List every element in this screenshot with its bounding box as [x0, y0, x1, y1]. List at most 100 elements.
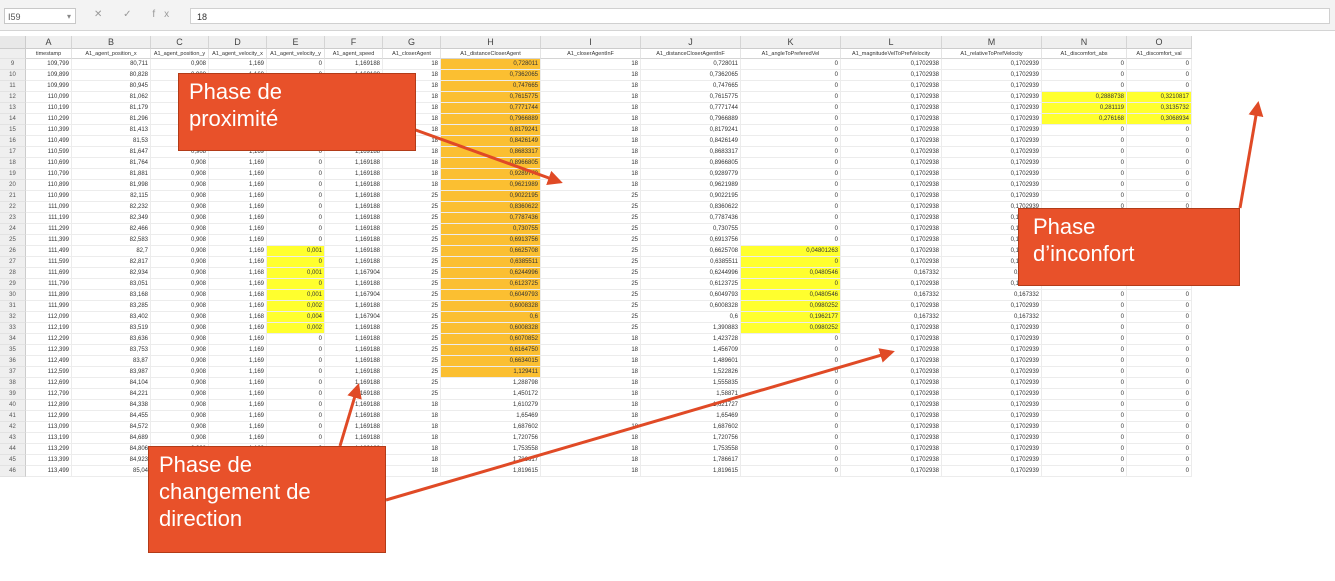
cell[interactable]: 1,168	[209, 268, 267, 279]
cell[interactable]: 0,8426149	[441, 136, 541, 147]
cell[interactable]: 1,456709	[641, 345, 741, 356]
cell[interactable]: 18	[541, 125, 641, 136]
cell[interactable]: 25	[541, 323, 641, 334]
cell[interactable]: 84,104	[72, 378, 151, 389]
cell[interactable]: 83,285	[72, 301, 151, 312]
cell[interactable]: 0,1702938	[841, 400, 942, 411]
cell[interactable]: 0,908	[151, 345, 209, 356]
formula-input[interactable]: 18	[190, 8, 1330, 24]
cell[interactable]: 0,908	[151, 411, 209, 422]
cell[interactable]: 0	[1042, 59, 1127, 70]
cell[interactable]: 0,730755	[641, 224, 741, 235]
cell[interactable]: 1,687602	[641, 422, 741, 433]
cell[interactable]: 81,179	[72, 103, 151, 114]
cell[interactable]: 0,7362065	[641, 70, 741, 81]
cell[interactable]: 1,168	[209, 312, 267, 323]
cell[interactable]: 0	[741, 345, 841, 356]
cell[interactable]: 0	[1127, 301, 1192, 312]
cell[interactable]: 1,169	[209, 356, 267, 367]
cell[interactable]: 0,1702939	[942, 59, 1042, 70]
row-header[interactable]	[0, 49, 26, 59]
cell[interactable]: 111,499	[26, 246, 72, 257]
column-header-i[interactable]: I	[541, 36, 641, 49]
cell[interactable]: 0,7771744	[641, 103, 741, 114]
cell[interactable]: 1,169	[209, 158, 267, 169]
cell[interactable]: 111,599	[26, 257, 72, 268]
cell[interactable]: 1,65469	[441, 411, 541, 422]
cell[interactable]: 83,519	[72, 323, 151, 334]
cell[interactable]: 18	[541, 114, 641, 125]
cell[interactable]: 0,1702938	[841, 191, 942, 202]
cell[interactable]: 0,1702939	[942, 114, 1042, 125]
cell[interactable]: 111,399	[26, 235, 72, 246]
cell[interactable]: 0	[1127, 136, 1192, 147]
cell[interactable]: 1,169188	[325, 279, 383, 290]
column-header-c[interactable]: C	[151, 36, 209, 49]
row-number[interactable]: 44	[0, 444, 26, 455]
cell[interactable]: 0	[741, 213, 841, 224]
field-header[interactable]: A1_closerAgent	[383, 49, 441, 59]
cell[interactable]: 0,8179241	[441, 125, 541, 136]
cell[interactable]: 0,0980252	[741, 301, 841, 312]
cell[interactable]: 0	[267, 356, 325, 367]
cell[interactable]: 0,3135732	[1127, 103, 1192, 114]
cell[interactable]: 0	[1127, 411, 1192, 422]
row-number[interactable]: 10	[0, 70, 26, 81]
cell[interactable]: 0	[741, 444, 841, 455]
cell[interactable]: 84,923	[72, 455, 151, 466]
cell[interactable]: 25	[383, 312, 441, 323]
cell[interactable]: 0	[1042, 191, 1127, 202]
cell[interactable]: 0,1702939	[942, 169, 1042, 180]
cell[interactable]: 0	[1127, 422, 1192, 433]
row-number[interactable]: 36	[0, 356, 26, 367]
cell[interactable]: 0,908	[151, 389, 209, 400]
cell[interactable]: 0,1702939	[942, 301, 1042, 312]
cell[interactable]: 0,908	[151, 323, 209, 334]
cell[interactable]: 0	[1042, 455, 1127, 466]
cell[interactable]: 0	[741, 279, 841, 290]
cell[interactable]: 0,6913756	[441, 235, 541, 246]
cell[interactable]: 0	[741, 158, 841, 169]
cell[interactable]: 0,1702938	[841, 279, 942, 290]
cell[interactable]: 0,1702939	[942, 81, 1042, 92]
cell[interactable]: 1,169188	[325, 356, 383, 367]
cell[interactable]: 82,817	[72, 257, 151, 268]
cell[interactable]: 0,1702938	[841, 235, 942, 246]
cell[interactable]: 1,167904	[325, 268, 383, 279]
cell[interactable]: 0,8683317	[641, 147, 741, 158]
cell[interactable]: 1,169	[209, 345, 267, 356]
cell[interactable]: 0	[1042, 125, 1127, 136]
cell[interactable]: 0,908	[151, 191, 209, 202]
cell[interactable]: 0	[1127, 323, 1192, 334]
cell[interactable]: 0,1702939	[942, 147, 1042, 158]
row-number[interactable]: 45	[0, 455, 26, 466]
cell[interactable]: 1,169188	[325, 323, 383, 334]
column-header-d[interactable]: D	[209, 36, 267, 49]
cell[interactable]: 1,169	[209, 334, 267, 345]
cell[interactable]: 0,908	[151, 312, 209, 323]
cell[interactable]: 0,908	[151, 59, 209, 70]
cell[interactable]: 25	[383, 191, 441, 202]
row-number[interactable]: 20	[0, 180, 26, 191]
cell[interactable]: 0,730755	[441, 224, 541, 235]
cell[interactable]: 0,7966889	[441, 114, 541, 125]
cell[interactable]: 0,6008328	[641, 301, 741, 312]
row-number[interactable]: 27	[0, 257, 26, 268]
select-all-corner[interactable]	[0, 36, 26, 49]
cell[interactable]: 0,1702939	[942, 367, 1042, 378]
cell[interactable]: 0	[267, 400, 325, 411]
cell[interactable]: 0	[1042, 411, 1127, 422]
cell[interactable]: 0,908	[151, 246, 209, 257]
cell[interactable]: 0,3210817	[1127, 92, 1192, 103]
cell[interactable]: 18	[541, 411, 641, 422]
cell[interactable]: 0,1702938	[841, 301, 942, 312]
row-number[interactable]: 13	[0, 103, 26, 114]
row-number[interactable]: 43	[0, 433, 26, 444]
cell[interactable]: 1,129411	[441, 367, 541, 378]
field-header[interactable]: A1_agent_velocity_y	[267, 49, 325, 59]
cell[interactable]: 0,276168	[1042, 114, 1127, 125]
cell[interactable]: 0,004	[267, 312, 325, 323]
cell[interactable]: 0,6385511	[641, 257, 741, 268]
row-number[interactable]: 42	[0, 422, 26, 433]
cell[interactable]: 1,169	[209, 378, 267, 389]
